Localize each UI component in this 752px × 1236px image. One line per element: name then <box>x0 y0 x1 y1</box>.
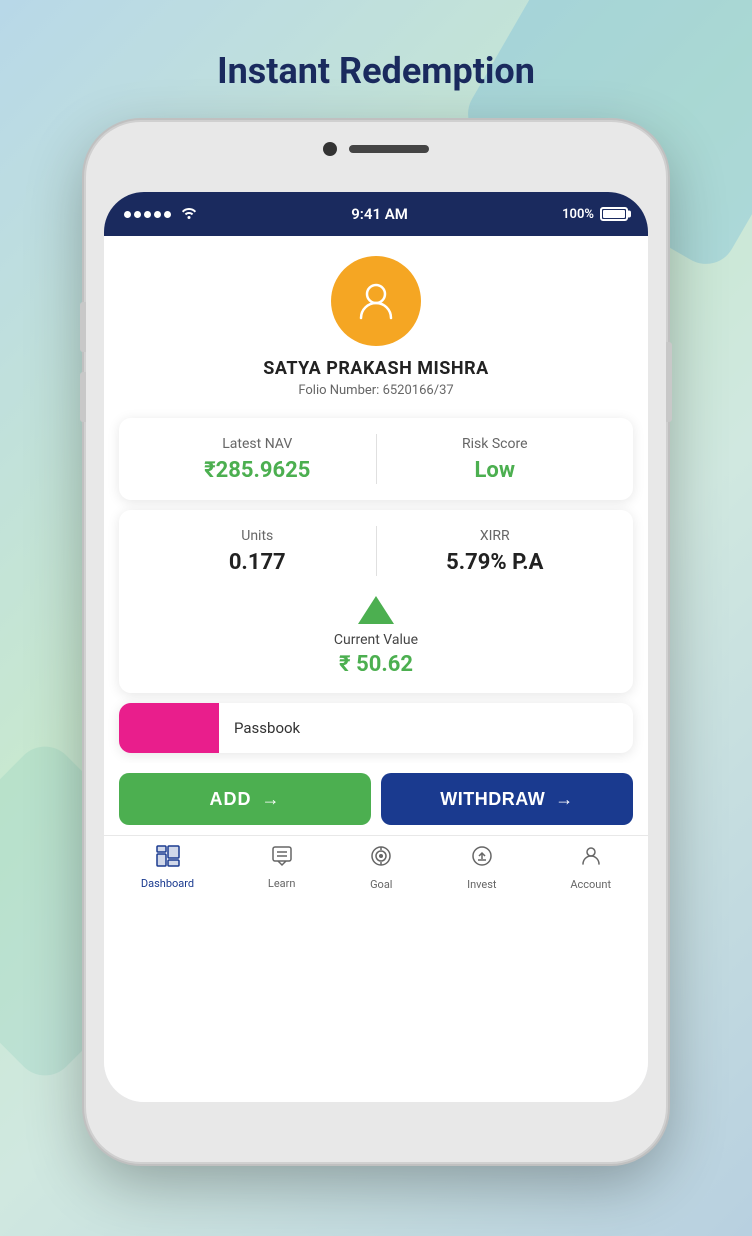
person-icon <box>351 276 401 326</box>
status-left <box>124 205 197 223</box>
signal-dot-1 <box>124 211 131 218</box>
add-button[interactable]: ADD → <box>119 773 371 825</box>
passbook-label: Passbook <box>219 719 300 737</box>
bottom-buttons: ADD → WITHDRAW → <box>104 763 648 835</box>
current-value-label: Current Value <box>334 632 418 648</box>
dashboard-label: Dashboard <box>141 877 194 890</box>
status-bar: 9:41 AM 100% <box>104 192 648 236</box>
learn-label: Learn <box>268 877 296 890</box>
risk-score-label: Risk Score <box>462 436 528 452</box>
goal-icon <box>369 844 393 874</box>
wifi-icon <box>181 205 197 223</box>
units-value: 0.177 <box>229 550 286 575</box>
battery-icon <box>600 207 628 221</box>
passbook-tab[interactable] <box>119 703 219 753</box>
nav-item-goal[interactable]: Goal <box>369 844 393 891</box>
passbook-area: Passbook <box>119 703 633 753</box>
units-section: Units 0.177 <box>139 528 376 575</box>
withdraw-arrow-icon: → <box>555 789 574 810</box>
status-time: 9:41 AM <box>351 205 408 223</box>
battery-fill <box>603 210 625 218</box>
status-right: 100% <box>562 207 628 222</box>
signal-dot-3 <box>144 211 151 218</box>
withdraw-button[interactable]: WITHDRAW → <box>381 773 633 825</box>
signal-strength <box>124 211 171 218</box>
invest-label: Invest <box>467 878 496 891</box>
nav-item-learn[interactable]: Learn <box>268 845 296 890</box>
avatar <box>331 256 421 346</box>
signal-dot-4 <box>154 211 161 218</box>
xirr-section: XIRR 5.79% P.A <box>377 528 614 575</box>
goal-label: Goal <box>370 878 392 891</box>
signal-dot-2 <box>134 211 141 218</box>
latest-nav-value: ₹285.9625 <box>204 458 310 483</box>
signal-dot-5 <box>164 211 171 218</box>
user-name: SATYA PRAKASH MISHRA <box>263 358 488 379</box>
current-value-section: Current Value ₹ 50.62 <box>139 596 613 677</box>
nav-item-invest[interactable]: Invest <box>467 844 496 891</box>
power-button <box>666 342 672 422</box>
page-title: Instant Redemption <box>217 50 535 92</box>
add-arrow-icon: → <box>262 789 281 810</box>
camera-dot <box>323 142 337 156</box>
triangle-up-icon <box>358 596 394 624</box>
dashboard-icon <box>156 845 180 873</box>
withdraw-button-label: WITHDRAW <box>440 789 545 810</box>
phone-top-notch <box>323 142 429 156</box>
xirr-label: XIRR <box>480 528 510 544</box>
battery-percentage: 100% <box>562 207 594 222</box>
invest-icon <box>470 844 494 874</box>
folio-number: Folio Number: 6520166/37 <box>298 383 453 398</box>
current-value-amount: ₹ 50.62 <box>339 652 413 677</box>
risk-score-value: Low <box>475 458 515 483</box>
volume-button-1 <box>80 302 86 352</box>
nav-risk-card: Latest NAV ₹285.9625 Risk Score Low <box>119 418 633 500</box>
latest-nav-section: Latest NAV ₹285.9625 <box>139 436 376 483</box>
bottom-nav: Dashboard Learn <box>104 835 648 903</box>
nav-item-dashboard[interactable]: Dashboard <box>141 845 194 890</box>
account-icon <box>579 844 603 874</box>
phone-frame: 9:41 AM 100% SATYA PRAKASH MISHRA <box>86 122 666 1162</box>
profile-section: SATYA PRAKASH MISHRA Folio Number: 65201… <box>104 236 648 408</box>
add-button-label: ADD <box>210 789 252 810</box>
units-card: Units 0.177 XIRR 5.79% P.A Current Value… <box>119 510 633 693</box>
units-row: Units 0.177 XIRR 5.79% P.A <box>139 526 613 576</box>
units-label: Units <box>241 528 273 544</box>
risk-score-section: Risk Score Low <box>377 436 614 483</box>
latest-nav-label: Latest NAV <box>222 436 292 452</box>
speaker-bar <box>349 145 429 153</box>
nav-item-account[interactable]: Account <box>570 844 611 891</box>
learn-icon <box>270 845 294 873</box>
phone-screen: 9:41 AM 100% SATYA PRAKASH MISHRA <box>104 192 648 1102</box>
account-label: Account <box>570 878 611 891</box>
xirr-value: 5.79% P.A <box>446 550 543 575</box>
screen-content: SATYA PRAKASH MISHRA Folio Number: 65201… <box>104 236 648 1102</box>
volume-button-2 <box>80 372 86 422</box>
